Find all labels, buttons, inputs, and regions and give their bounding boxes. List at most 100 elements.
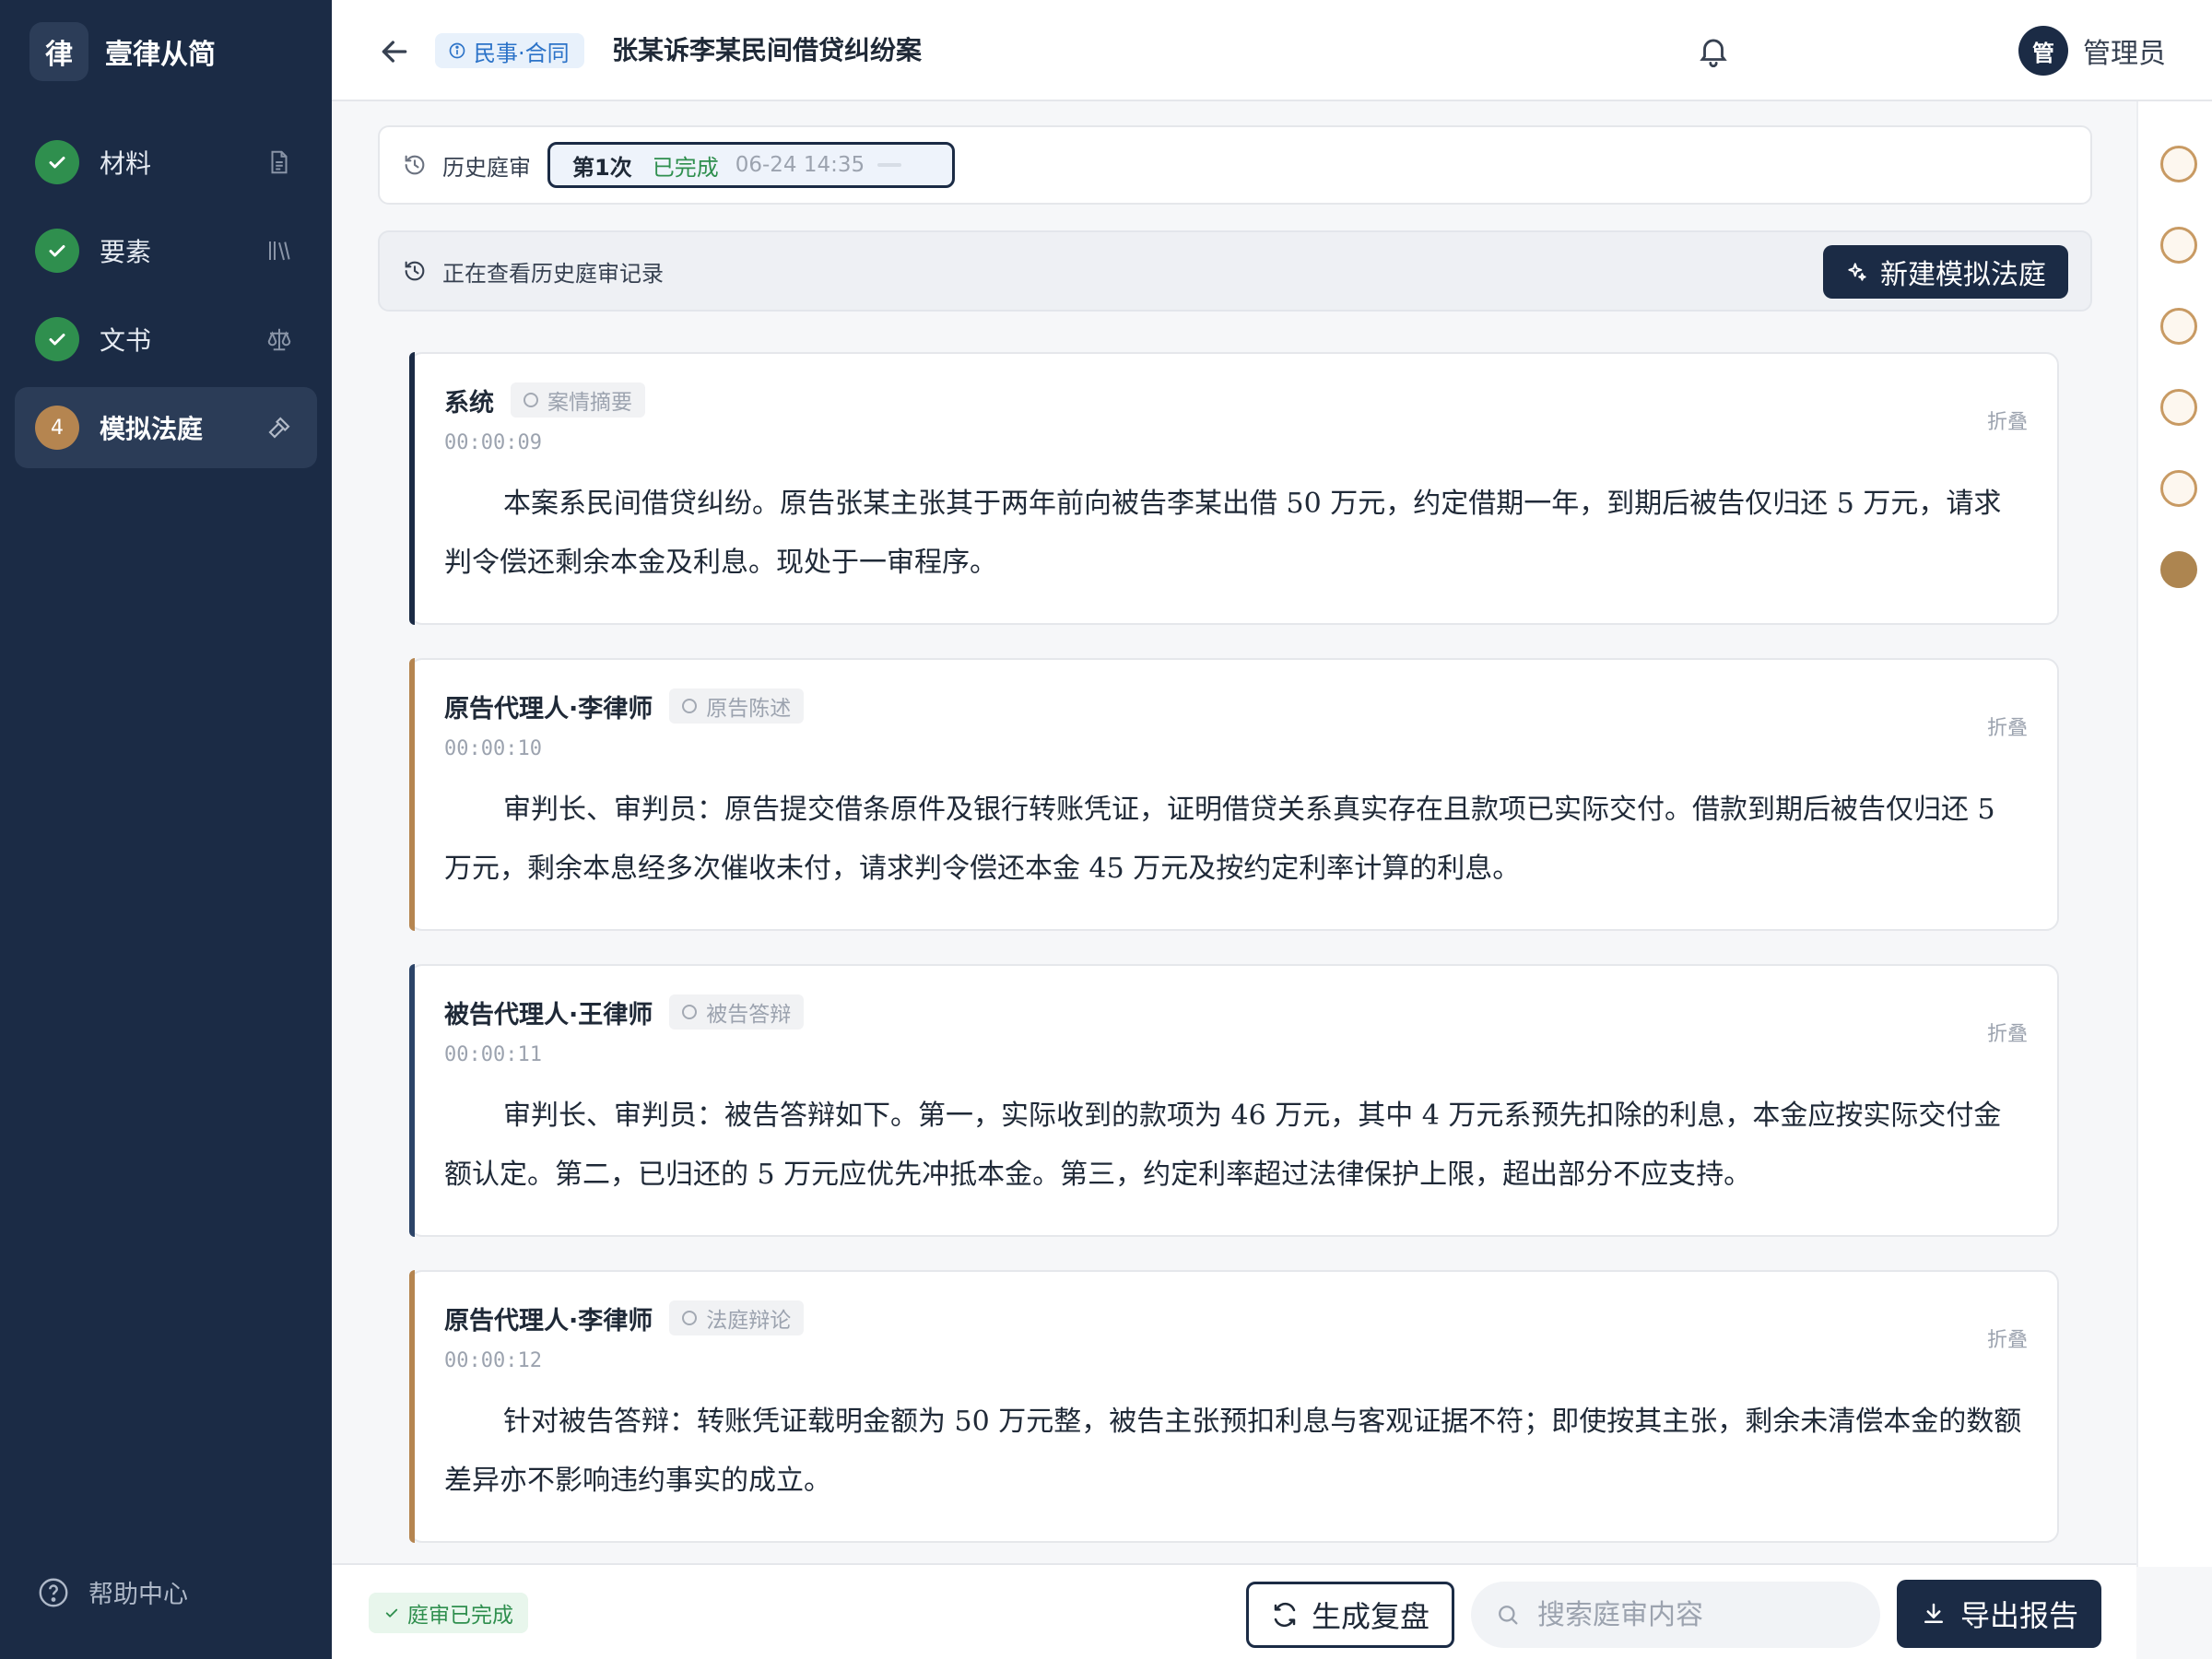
transcript-content: 审判长、审判员：被告答辩如下。第一，实际收到的款项为 46 万元，其中 4 万元…: [444, 1100, 2002, 1191]
avatar: 管: [2018, 26, 2068, 76]
timeline-dot[interactable]: [2160, 146, 2197, 182]
info-icon: [449, 42, 465, 59]
speaker-name: 系统: [444, 388, 494, 418]
history-label: 历史庭审: [442, 154, 531, 181]
timestamp: 00:00:10: [444, 737, 542, 760]
logo-mark: 律: [29, 22, 88, 81]
sidebar-item-label: 材料: [100, 148, 152, 179]
help-icon: [37, 1576, 70, 1609]
transcript-card: 原告代理人·李律师 原告陈述 00:00:10 折叠 审判长、审判员：原告提交借…: [409, 658, 2059, 931]
sidebar-item-mock-court[interactable]: 4 模拟法庭: [15, 387, 317, 468]
speaker-name: 被告代理人·王律师: [444, 1000, 653, 1030]
viewing-text: 正在查看历史庭审记录: [442, 260, 664, 287]
timestamp: 00:00:09: [444, 431, 542, 454]
stage-tag: 被告答辩: [669, 994, 805, 1030]
sidebar-item-label: 要素: [100, 237, 152, 267]
speaker-name: 原告代理人·李律师: [444, 1306, 653, 1335]
download-icon: [1924, 1603, 1943, 1623]
transcript-content: 审判长、审判员：原告提交借条原件及银行转账凭证，证明借贷关系真实存在且款项已实际…: [444, 794, 1995, 885]
bell-icon[interactable]: [1696, 33, 1731, 68]
stage-tag: 案情摘要: [511, 382, 645, 418]
session-time: 06-24 14:35: [735, 153, 865, 177]
history-sessions-bar: 历史庭审 第1次 已完成 06-24 14:35: [378, 125, 2092, 205]
app-logo[interactable]: 律 壹律从简: [29, 22, 216, 81]
sparkle-icon: [1848, 263, 1866, 281]
status-label: 庭审已完成: [407, 1604, 513, 1628]
help-center-link[interactable]: 帮助中心: [37, 1574, 188, 1610]
session-chip[interactable]: 第1次 已完成 06-24 14:35: [547, 142, 955, 188]
timeline-dot[interactable]: [2160, 470, 2197, 507]
user-menu[interactable]: 管 管理员: [2018, 26, 2166, 76]
timeline-dot[interactable]: [2160, 308, 2197, 345]
timestamp: 00:00:12: [444, 1349, 542, 1372]
generate-review-label: 生成复盘: [1311, 1599, 1430, 1634]
timeline-rail: [2136, 101, 2212, 1567]
new-mock-court-button[interactable]: 新建模拟法庭: [1823, 245, 2068, 299]
timeline-dot-active[interactable]: [2160, 551, 2197, 588]
stage-label: 被告答辩: [706, 1003, 792, 1027]
check-icon: [385, 1608, 398, 1618]
sidebar-item-documents[interactable]: 文书: [15, 299, 317, 380]
history-icon: [405, 155, 425, 175]
sidebar-nav: 材料 要素 文书 4 模拟法庭: [15, 122, 317, 476]
circle-icon: [682, 1311, 698, 1325]
sidebar-item-label: 文书: [100, 325, 152, 356]
scale-icon: [264, 324, 295, 355]
check-icon: [35, 140, 79, 184]
top-bar: 民事·合同 张某诉李某民间借贷纠纷案 管 管理员: [332, 0, 2212, 101]
timeline-dot[interactable]: [2160, 227, 2197, 264]
generate-review-button[interactable]: 生成复盘: [1246, 1582, 1454, 1648]
stage-tag: 原告陈述: [669, 688, 805, 724]
transcript-content: 针对被告答辩：转账凭证载明金额为 50 万元整，被告主张预扣利息与客观证据不符；…: [444, 1406, 2022, 1497]
circle-icon: [682, 1005, 698, 1019]
stage-label: 案情摘要: [547, 391, 632, 415]
stage-label: 原告陈述: [706, 697, 792, 721]
viewing-history-banner: 正在查看历史庭审记录 新建模拟法庭: [378, 230, 2092, 312]
export-report-button[interactable]: 导出报告: [1897, 1580, 2101, 1648]
fold-button[interactable]: 折叠: [1987, 1018, 2028, 1047]
transcript-card: 原告代理人·李律师 法庭辩论 00:00:12 折叠 针对被告答辩：转账凭证载明…: [409, 1270, 2059, 1543]
search-box: [1471, 1582, 1880, 1648]
step-badge: 4: [35, 406, 79, 450]
fold-button[interactable]: 折叠: [1987, 406, 2028, 435]
app-name: 壹律从简: [105, 39, 216, 71]
stage-tag: 法庭辩论: [669, 1300, 805, 1335]
bottom-toolbar: 庭审已完成 生成复盘 导出报告: [332, 1563, 2136, 1659]
session-divider: [877, 163, 902, 167]
gavel-icon: [264, 412, 295, 443]
refresh-icon: [1274, 1602, 1296, 1628]
session-number: 第1次: [572, 154, 632, 181]
fold-button[interactable]: 折叠: [1987, 1324, 2028, 1353]
stage-label: 法庭辩论: [706, 1309, 792, 1333]
transcript-card: 系统 案情摘要 00:00:09 折叠 本案系民间借贷纠纷。原告张某主张其于两年…: [409, 352, 2059, 625]
fold-button[interactable]: 折叠: [1987, 712, 2028, 741]
transcript-list: 系统 案情摘要 00:00:09 折叠 本案系民间借贷纠纷。原告张某主张其于两年…: [409, 352, 2059, 1576]
library-icon: [264, 235, 295, 266]
file-icon: [264, 147, 295, 178]
timeline-dot[interactable]: [2160, 389, 2197, 426]
status-badge: 庭审已完成: [369, 1593, 528, 1633]
transcript-content: 本案系民间借贷纠纷。原告张某主张其于两年前向被告李某出借 50 万元，约定借期一…: [444, 488, 2002, 579]
session-status: 已完成: [652, 154, 719, 181]
user-name: 管理员: [2083, 38, 2166, 70]
case-type-label: 民事·合同: [474, 40, 570, 66]
search-icon: [1499, 1606, 1518, 1625]
export-report-label: 导出报告: [1959, 1598, 2078, 1633]
circle-icon: [682, 699, 698, 713]
help-center-label: 帮助中心: [88, 1581, 188, 1609]
transcript-card: 被告代理人·王律师 被告答辩 00:00:11 折叠 审判长、审判员：被告答辩如…: [409, 964, 2059, 1237]
sidebar-item-materials[interactable]: 材料: [15, 122, 317, 203]
new-mock-court-label: 新建模拟法庭: [1880, 259, 2046, 291]
case-title: 张某诉李某民间借贷纠纷案: [612, 35, 923, 65]
speaker-name: 原告代理人·李律师: [444, 694, 653, 724]
timestamp: 00:00:11: [444, 1043, 542, 1066]
case-type-tag: 民事·合同: [435, 33, 584, 68]
sidebar-item-elements[interactable]: 要素: [15, 210, 317, 291]
search-input[interactable]: [1537, 1598, 1851, 1631]
sidebar: 律 壹律从简 材料 要素 文书 4 模拟法庭 帮助中心: [0, 0, 332, 1659]
sidebar-item-label: 模拟法庭: [100, 414, 204, 444]
circle-icon: [524, 393, 538, 407]
check-icon: [35, 317, 79, 361]
back-arrow-icon[interactable]: [376, 33, 413, 70]
history-icon: [405, 261, 425, 281]
